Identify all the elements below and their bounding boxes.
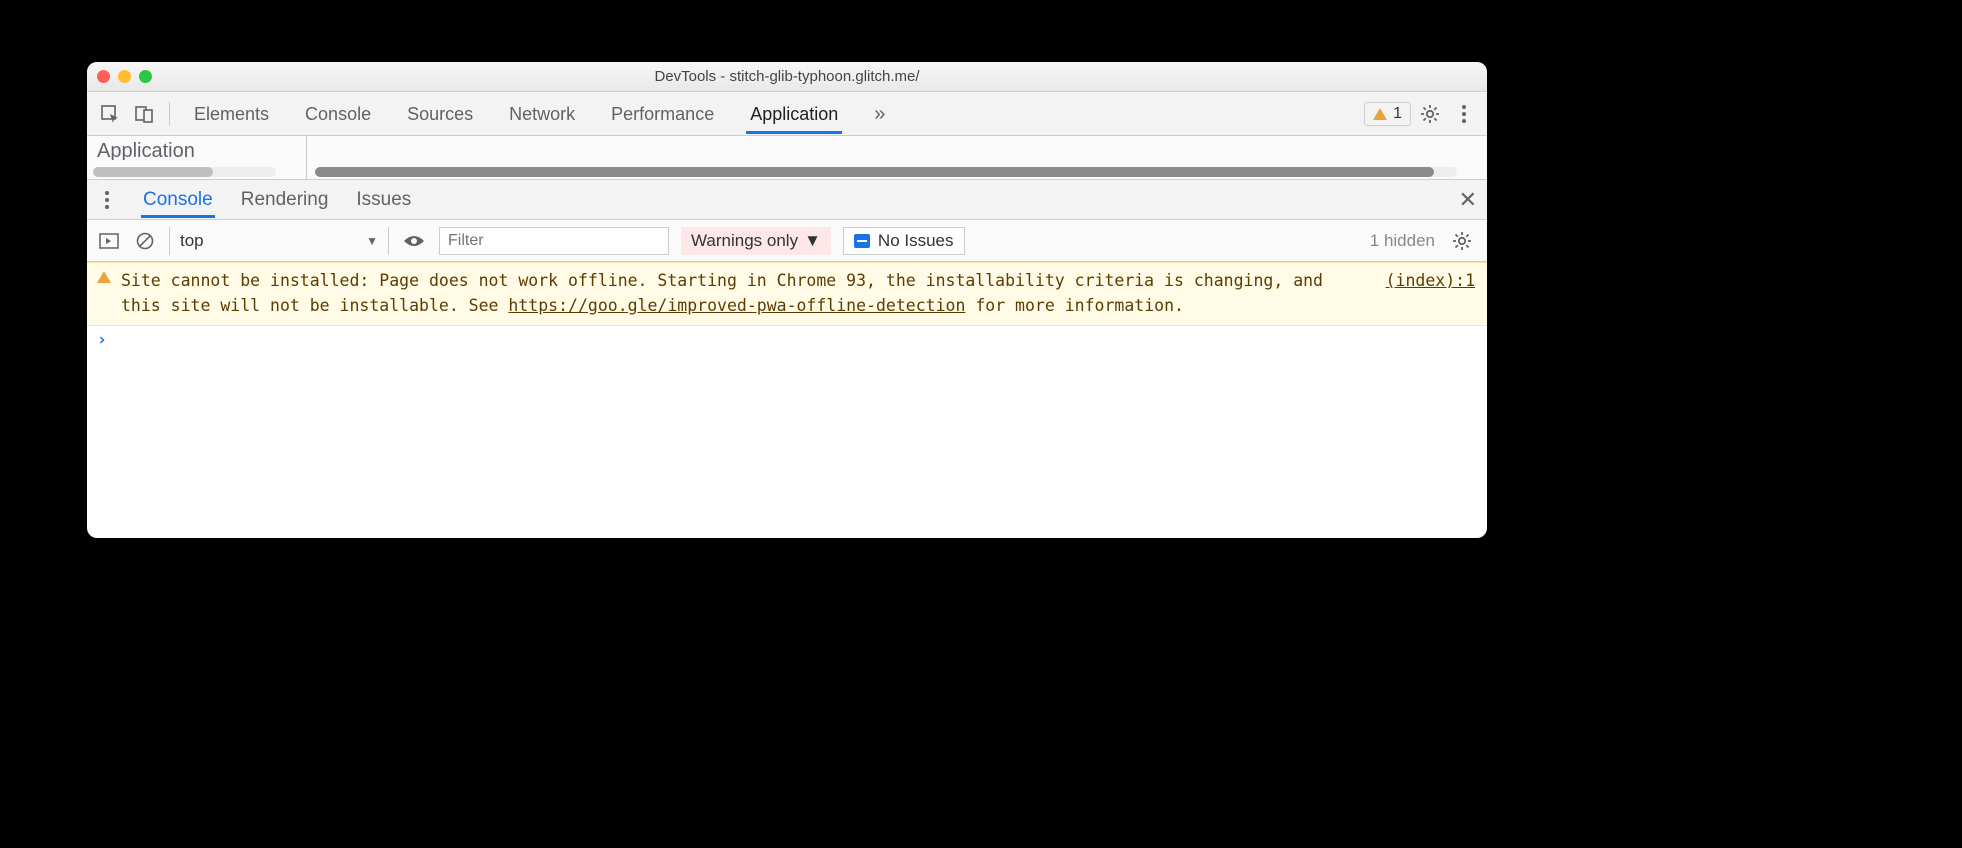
tab-elements[interactable]: Elements <box>190 94 273 134</box>
content-scrollbar-thumb[interactable] <box>315 167 1434 177</box>
sidebar-scrollbar[interactable] <box>93 167 276 177</box>
close-drawer-icon[interactable]: ✕ <box>1459 187 1477 213</box>
execution-context-selector[interactable]: top ▼ <box>169 227 389 255</box>
main-tabs: Elements Console Sources Network Perform… <box>190 93 889 135</box>
tab-network[interactable]: Network <box>505 94 579 134</box>
console-settings-gear-icon[interactable] <box>1447 226 1477 256</box>
application-panel-sliver: Application <box>87 136 1487 180</box>
sidebar-scrollbar-thumb[interactable] <box>93 167 213 177</box>
window-title: DevTools - stitch-glib-typhoon.glitch.me… <box>87 68 1487 85</box>
log-level-label: Warnings only <box>691 231 798 251</box>
device-toolbar-icon[interactable] <box>129 99 159 129</box>
toggle-sidebar-icon[interactable] <box>97 226 121 256</box>
settings-gear-icon[interactable] <box>1415 99 1445 129</box>
warning-message: Site cannot be installed: Page does not … <box>121 269 1386 319</box>
main-tab-strip: Elements Console Sources Network Perform… <box>87 92 1487 136</box>
kebab-menu-icon[interactable] <box>1449 99 1479 129</box>
issues-count: 1 <box>1393 105 1402 123</box>
console-toolbar: top ▼ Warnings only ▼ No Issues 1 hidden <box>87 220 1487 262</box>
close-window-button[interactable] <box>97 70 110 83</box>
issues-button[interactable]: No Issues <box>843 227 965 255</box>
dropdown-caret-icon: ▼ <box>804 231 821 251</box>
tab-application[interactable]: Application <box>746 94 842 134</box>
tabs-overflow-button[interactable]: » <box>870 93 889 135</box>
console-output: Site cannot be installed: Page does not … <box>87 262 1487 538</box>
zoom-window-button[interactable] <box>139 70 152 83</box>
hidden-messages-text[interactable]: 1 hidden <box>1370 231 1435 251</box>
warning-source-link[interactable]: (index):1 <box>1386 269 1475 319</box>
devtools-window: DevTools - stitch-glib-typhoon.glitch.me… <box>87 62 1487 538</box>
issues-chat-icon <box>854 234 870 248</box>
drawer-tab-rendering[interactable]: Rendering <box>239 181 331 218</box>
live-expression-eye-icon[interactable] <box>401 226 427 256</box>
filter-input[interactable] <box>439 227 669 255</box>
issues-button-label: No Issues <box>878 231 954 251</box>
log-level-selector[interactable]: Warnings only ▼ <box>681 227 831 255</box>
warning-triangle-icon <box>1373 108 1387 120</box>
tab-console[interactable]: Console <box>301 94 375 134</box>
prompt-chevron-icon: › <box>97 330 107 349</box>
warning-link[interactable]: https://goo.gle/improved-pwa-offline-det… <box>508 296 965 315</box>
minimize-window-button[interactable] <box>118 70 131 83</box>
application-sidebar[interactable]: Application <box>87 136 307 179</box>
drawer-kebab-icon[interactable] <box>97 185 117 215</box>
warning-triangle-icon <box>97 271 111 283</box>
sidebar-heading-cut: Application <box>97 140 296 160</box>
issues-counter-badge[interactable]: 1 <box>1364 102 1411 126</box>
console-prompt[interactable]: › <box>87 326 1487 353</box>
context-value: top <box>180 231 204 251</box>
content-scrollbar[interactable] <box>315 167 1457 177</box>
warning-text-post: for more information. <box>965 296 1184 315</box>
divider <box>169 102 170 126</box>
inspect-element-icon[interactable] <box>95 99 125 129</box>
application-content <box>307 136 1487 179</box>
drawer-tab-strip: Console Rendering Issues ✕ <box>87 180 1487 220</box>
console-warning-row[interactable]: Site cannot be installed: Page does not … <box>87 262 1487 326</box>
window-controls <box>97 70 152 83</box>
tab-sources[interactable]: Sources <box>403 94 477 134</box>
tab-performance[interactable]: Performance <box>607 94 718 134</box>
titlebar: DevTools - stitch-glib-typhoon.glitch.me… <box>87 62 1487 92</box>
clear-console-icon[interactable] <box>133 226 157 256</box>
dropdown-caret-icon: ▼ <box>366 234 378 248</box>
drawer-tab-issues[interactable]: Issues <box>354 181 413 218</box>
drawer-tab-console[interactable]: Console <box>141 181 215 218</box>
